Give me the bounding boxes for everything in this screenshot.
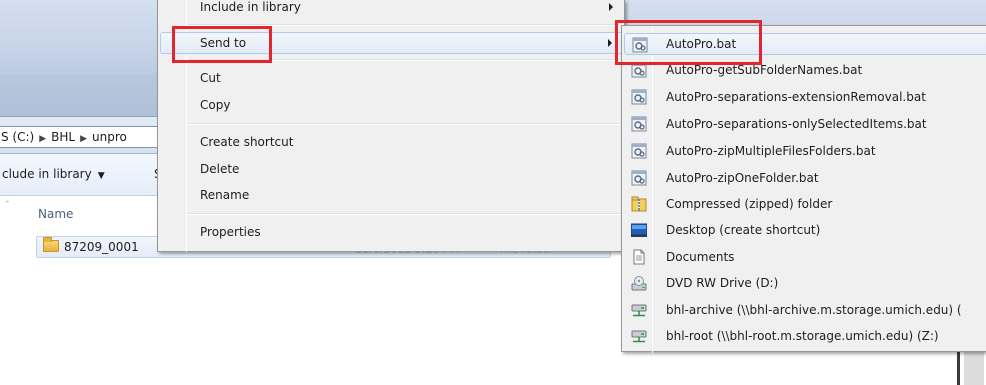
submenu-item-label: bhl-archive (\\bhl-archive.m.storage.umi… bbox=[666, 303, 962, 317]
network-drive-icon bbox=[631, 330, 647, 343]
documents-icon bbox=[633, 249, 645, 265]
menu-separator bbox=[188, 213, 620, 215]
menu-item-rename[interactable]: Rename bbox=[160, 184, 623, 206]
submenu-item-dvd-drive[interactable]: DVD RW Drive (D:) bbox=[624, 272, 986, 294]
highlight-autopro bbox=[615, 20, 762, 65]
breadcrumb-separator-icon[interactable]: ▶ bbox=[39, 134, 46, 144]
file-name[interactable]: 87209_0001 bbox=[64, 240, 139, 254]
submenu-item-label: Desktop (create shortcut) bbox=[666, 223, 821, 237]
submenu-item-label: DVD RW Drive (D:) bbox=[666, 276, 779, 290]
submenu-item-documents[interactable]: Documents bbox=[624, 246, 986, 268]
batch-file-icon bbox=[631, 89, 647, 105]
send-to-submenu: AutoPro.bat AutoPro-getSubFolderNames.ba… bbox=[621, 25, 986, 353]
submenu-item-autopro-onlyselecteditems[interactable]: AutoPro-separations-onlySelectedItems.ba… bbox=[624, 113, 986, 135]
zip-folder-icon bbox=[631, 196, 647, 212]
submenu-arrow-icon bbox=[608, 39, 612, 47]
submenu-item-desktop[interactable]: Desktop (create shortcut) bbox=[624, 219, 986, 241]
submenu-item-compressed-folder[interactable]: Compressed (zipped) folder bbox=[624, 193, 986, 215]
submenu-arrow-icon bbox=[609, 3, 613, 11]
column-header-name[interactable]: Name bbox=[38, 207, 73, 221]
submenu-item-autopro-ziponefolder[interactable]: AutoPro-zipOneFolder.bat bbox=[624, 167, 986, 189]
breadcrumb-subfolder[interactable]: unpro bbox=[92, 130, 127, 144]
menu-item-include-in-library[interactable]: Include in library bbox=[160, 0, 623, 18]
breadcrumb-separator-icon[interactable]: ▶ bbox=[80, 134, 87, 144]
submenu-item-bhl-archive[interactable]: bhl-archive (\\bhl-archive.m.storage.umi… bbox=[624, 299, 986, 321]
menu-item-label: Include in library bbox=[200, 0, 301, 14]
submenu-item-bhl-root[interactable]: bhl-root (\\bhl-root.m.storage.umich.edu… bbox=[624, 325, 986, 347]
submenu-item-label: Compressed (zipped) folder bbox=[666, 197, 833, 211]
submenu-item-label: Documents bbox=[666, 250, 735, 264]
batch-file-icon bbox=[631, 170, 647, 186]
highlight-send-to bbox=[172, 26, 272, 63]
submenu-item-label: AutoPro-zipMultipleFilesFolders.bat bbox=[666, 144, 876, 158]
menu-item-delete[interactable]: Delete bbox=[160, 158, 623, 180]
submenu-item-label: AutoPro-separations-extensionRemoval.bat bbox=[666, 90, 926, 104]
address-bar[interactable]: S (C:) ▶ BHL ▶ unpro bbox=[0, 126, 160, 148]
submenu-item-label: AutoPro-separations-onlySelectedItems.ba… bbox=[666, 117, 927, 131]
breadcrumb-drive[interactable]: S (C:) bbox=[1, 130, 34, 144]
include-in-library-label: clude in library bbox=[2, 167, 92, 181]
network-drive-icon bbox=[631, 304, 647, 317]
menu-separator bbox=[188, 123, 620, 125]
submenu-item-label: AutoPro-zipOneFolder.bat bbox=[666, 171, 819, 185]
submenu-item-autopro-zipmultiple[interactable]: AutoPro-zipMultipleFilesFolders.bat bbox=[624, 140, 986, 162]
chevron-down-icon: ▼ bbox=[97, 171, 105, 181]
include-in-library-button[interactable]: clude in library ▼ bbox=[2, 167, 105, 181]
breadcrumb-folder[interactable]: BHL bbox=[51, 130, 75, 144]
menu-item-cut[interactable]: Cut bbox=[160, 67, 623, 89]
submenu-item-label: AutoPro-getSubFolderNames.bat bbox=[666, 63, 863, 77]
menu-item-copy[interactable]: Copy bbox=[160, 94, 623, 116]
desktop-icon bbox=[631, 223, 647, 237]
batch-file-icon bbox=[631, 116, 647, 132]
menu-item-properties[interactable]: Properties bbox=[160, 221, 623, 243]
submenu-item-label: bhl-root (\\bhl-root.m.storage.umich.edu… bbox=[666, 329, 939, 343]
folder-icon bbox=[43, 237, 59, 252]
menu-item-create-shortcut[interactable]: Create shortcut bbox=[160, 131, 623, 153]
dvd-drive-icon bbox=[631, 276, 647, 291]
submenu-item-autopro-extensionremoval[interactable]: AutoPro-separations-extensionRemoval.bat bbox=[624, 86, 986, 108]
batch-file-icon bbox=[631, 143, 647, 159]
